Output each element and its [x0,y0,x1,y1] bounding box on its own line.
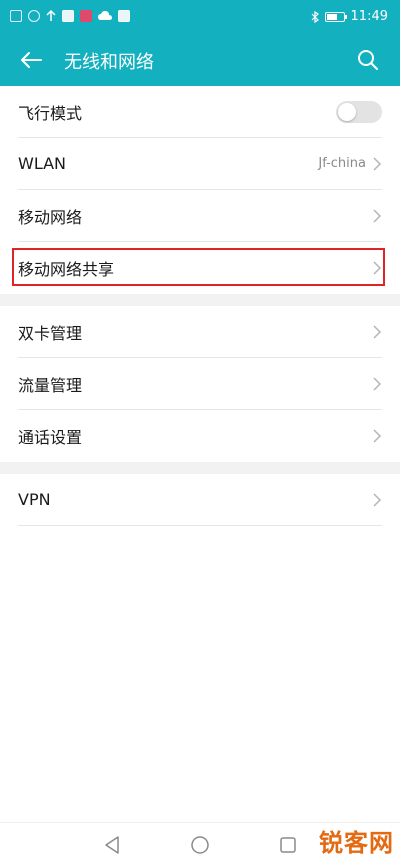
row-label: 流量管理 [18,375,83,395]
airplane-mode-row[interactable]: 飞行模式 [18,86,382,138]
group-divider [0,294,400,306]
page-title: 无线和网络 [64,52,154,73]
app-header: 无线和网络 [0,34,400,86]
battery-level [326,13,337,20]
search-icon [358,50,378,70]
cloud-icon [98,11,112,20]
row-label: 移动网络 [18,207,83,227]
settings-group-sim: 双卡管理 流量管理 通话设置 [0,306,400,462]
dual-sim-row[interactable]: 双卡管理 [18,306,382,358]
arrow-left-icon [21,52,42,68]
wlan-row[interactable]: WLAN Jf-china [18,138,382,190]
data-usage-row[interactable]: 流量管理 [18,358,382,410]
group-divider [0,462,400,474]
call-settings-row[interactable]: 通话设置 [18,410,382,462]
clock: 11:49 [350,9,388,24]
nav-home-button[interactable] [188,833,212,857]
search-button[interactable] [352,44,384,76]
vpn-row[interactable]: VPN [18,474,382,526]
chevron-right-icon [373,324,382,339]
row-label: 移动网络共享 [18,260,115,279]
notification-icon [62,10,74,22]
chevron-right-icon [373,156,382,171]
settings-list: 飞行模式 WLAN Jf-china 移动网络 移动网络共享 双卡管理 流量管理… [0,86,400,526]
status-bar: 11:49 [0,0,400,34]
chevron-right-icon [373,261,382,275]
settings-group-network: 飞行模式 WLAN Jf-china 移动网络 移动网络共享 [0,86,400,294]
app-icon [80,10,92,22]
row-label: 飞行模式 [18,103,83,123]
row-right: Jf-china [318,156,382,172]
tethering-row[interactable]: 移动网络共享 [18,242,382,294]
nav-recent-button[interactable] [276,833,300,857]
nav-back-icon [105,836,119,854]
wifi-icon [28,10,40,22]
nav-recent-icon [280,837,296,853]
row-label: 通话设置 [18,428,83,447]
row-label: VPN [18,490,51,509]
settings-group-vpn: VPN [0,474,400,526]
message-icon [118,10,130,22]
chevron-right-icon [373,492,382,507]
chevron-right-icon [373,208,382,223]
status-icons-right: 11:49 [311,9,388,24]
wlan-ssid: Jf-china [318,156,366,171]
chevron-right-icon [373,429,382,443]
chevron-right-icon [373,376,382,391]
airplane-mode-toggle[interactable] [336,100,382,123]
mobile-network-row[interactable]: 移动网络 [18,190,382,242]
watermark: 锐客网 [319,829,394,857]
status-icons-left [10,10,130,22]
battery-icon [324,11,347,22]
toggle-knob [338,102,356,121]
bluetooth-icon [311,10,319,23]
sim-icon [10,10,22,22]
row-label: 双卡管理 [18,323,83,343]
nav-home-icon [191,836,209,854]
upload-icon [46,10,56,21]
nav-back-button[interactable] [100,833,124,857]
row-label: WLAN [18,154,67,173]
back-button[interactable] [14,44,48,76]
